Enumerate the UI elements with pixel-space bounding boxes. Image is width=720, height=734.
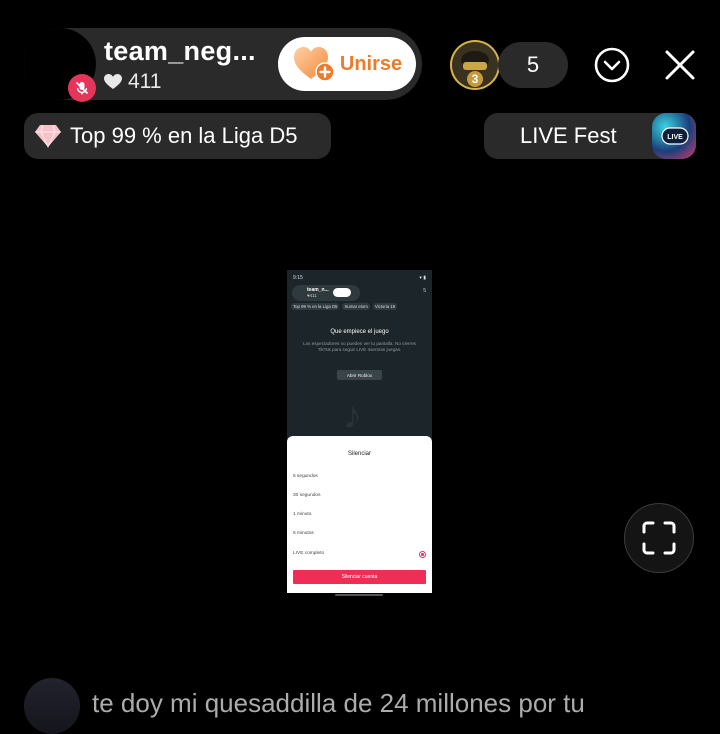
phone-pill: Sumar etom [342, 303, 370, 310]
chevron-down-circle-icon [594, 47, 630, 83]
live-fest-label: LIVE Fest [520, 123, 617, 148]
phone-mute-option: LIVE completo [293, 551, 325, 556]
phone-radio-selected-icon [419, 551, 426, 558]
phone-status-icons: ▾ ▮ [419, 275, 426, 281]
mic-muted-icon [68, 74, 96, 102]
phone-mute-option: 5 segundos [293, 474, 318, 479]
phone-pill: Top 99 % en la Liga D5 [291, 303, 340, 310]
league-rank-pill[interactable]: Top 99 % en la Liga D5 [24, 113, 331, 159]
viewer-rank-number: 3 [472, 72, 479, 86]
viewer-count[interactable]: 5 [498, 42, 568, 88]
phone-open-roblox-button: Abrir Roblox [337, 370, 382, 380]
diamond-icon [35, 124, 61, 148]
fullscreen-icon [642, 521, 676, 555]
league-rank-text: Top 99 % en la Liga D5 [70, 123, 298, 148]
shared-screen: 9:15 ▾ ▮ team_n... ♥411 5 Top 99 % en la… [287, 270, 432, 593]
phone-home-indicator [335, 594, 383, 596]
close-icon [665, 50, 695, 80]
likes-value: 411 [128, 70, 162, 93]
host-info-bar[interactable]: team_neg... 411 Unirse [24, 28, 422, 102]
phone-game-title: Que empiece el juego [330, 329, 389, 335]
phone-silence-account-button: Silenciar cuenta [293, 570, 426, 584]
phone-mute-option: 5 minutos [293, 531, 314, 536]
join-label: Unirse [339, 52, 403, 75]
commenter-avatar[interactable] [24, 678, 80, 734]
phone-mute-option: 30 segundos [293, 493, 321, 498]
collapse-button[interactable] [590, 43, 634, 87]
live-fest-badge-icon[interactable]: LIVE [652, 113, 696, 159]
phone-mute-option: 1 minuto [293, 512, 312, 517]
phone-join-button [333, 288, 351, 297]
phone-viewer-count: 5 [423, 288, 426, 294]
comment-text: te doy mi quesaddilla de 24 millones por… [92, 688, 585, 718]
likes-count: 411 [104, 70, 161, 94]
phone-status-bar: 9:15 ▾ ▮ [293, 275, 426, 281]
join-button[interactable]: Unirse [278, 37, 416, 91]
phone-mute-sheet: Silenciar 5 segundos 30 segundos 1 minut… [287, 436, 432, 593]
host-name[interactable]: team_neg... [104, 36, 256, 67]
top-viewer-avatar[interactable]: 3 [450, 40, 500, 90]
heart-plus-icon [293, 47, 335, 82]
phone-pills: Top 99 % en la Liga D5 Sumar etom Victor… [291, 303, 428, 310]
close-button[interactable] [658, 43, 702, 87]
heart-icon [104, 74, 122, 89]
fullscreen-button[interactable] [624, 503, 694, 573]
live-fest-badge-text: LIVE [667, 134, 683, 141]
phone-time: 9:15 [293, 275, 303, 281]
phone-pill: Victoria 19 [372, 303, 398, 310]
phone-sheet-title: Silenciar [347, 451, 371, 457]
phone-host-likes: ♥411 [307, 293, 317, 298]
tiktok-logo-icon: ♪ [343, 395, 362, 437]
phone-game-text: Los espectadores no pueden ver tu pantal… [303, 341, 416, 352]
